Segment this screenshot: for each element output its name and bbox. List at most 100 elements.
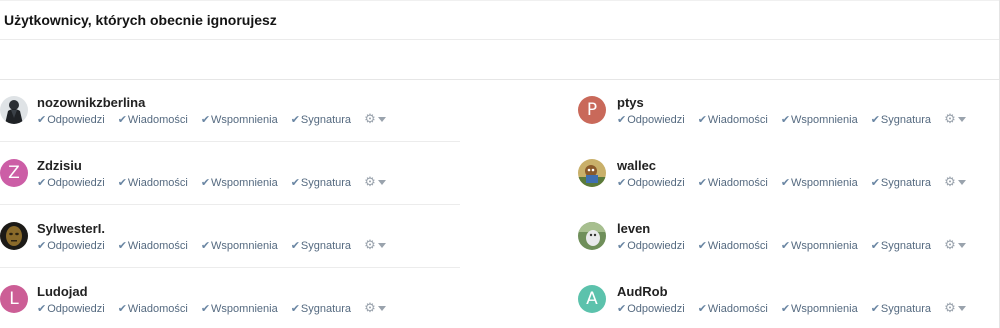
caret-down-icon[interactable]: [957, 306, 966, 311]
ignore-replies-toggle[interactable]: ✔Odpowiedzi: [37, 239, 105, 252]
checkmark-icon: ✔: [117, 303, 127, 315]
username[interactable]: wallec: [617, 158, 656, 173]
ignored-user-card: leven ✔Odpowiedzi ✔Wiadomości ✔Wspomnienia…: [578, 206, 1000, 268]
ignore-replies-toggle[interactable]: ✔Odpowiedzi: [617, 302, 685, 315]
caret-down-icon[interactable]: [377, 180, 386, 185]
ignore-options: ✔Odpowiedzi ✔Wiadomości ✔Wspomnienia ✔Sygna…: [617, 301, 966, 316]
username[interactable]: Zdzisiu: [37, 158, 82, 173]
gear-icon[interactable]: ⚙: [364, 238, 376, 251]
checkmark-icon: ✔: [870, 240, 880, 252]
username[interactable]: SylwesterI.: [37, 221, 105, 236]
gear-icon[interactable]: ⚙: [364, 112, 376, 125]
gear-icon[interactable]: ⚙: [944, 238, 956, 251]
checkmark-icon: ✔: [200, 240, 211, 252]
ignore-signature-toggle[interactable]: ✔Sygnatura: [871, 176, 931, 189]
ignore-signature-toggle[interactable]: ✔Sygnatura: [291, 176, 351, 189]
ignored-users-list: nozownikzberlina ✔Odpowiedzi ✔Wiadomości ✔…: [0, 80, 1000, 328]
ignore-mentions-toggle[interactable]: ✔Wspomnienia: [781, 113, 858, 126]
ignore-mentions-toggle[interactable]: ✔Wspomnienia: [201, 302, 278, 315]
checkmark-icon: ✔: [617, 240, 627, 252]
ignore-options: ✔Odpowiedzi ✔Wiadomości ✔Wspomnienia ✔Sygna…: [617, 112, 966, 127]
ignore-options: ✔Odpowiedzi ✔Wiadomości ✔Wspomnienia ✔Sygna…: [37, 112, 386, 127]
ignored-user-card: nozownikzberlina ✔Odpowiedzi ✔Wiadomości ✔…: [0, 80, 460, 142]
checkmark-icon: ✔: [697, 177, 707, 189]
checkmark-icon: ✔: [37, 303, 47, 315]
username[interactable]: AudRob: [617, 284, 668, 299]
username[interactable]: ptys: [617, 95, 644, 110]
ignore-mentions-toggle[interactable]: ✔Wspomnienia: [201, 113, 278, 126]
ignored-user-card: SylwesterI. ✔Odpowiedzi ✔Wiadomości ✔Wspom…: [0, 206, 460, 268]
ignore-replies-toggle[interactable]: ✔Odpowiedzi: [617, 176, 685, 189]
checkmark-icon: ✔: [290, 240, 300, 252]
ignore-mentions-toggle[interactable]: ✔Wspomnienia: [781, 302, 858, 315]
caret-down-icon[interactable]: [957, 243, 966, 248]
username[interactable]: leven: [617, 221, 650, 236]
gear-icon[interactable]: ⚙: [944, 175, 956, 188]
page-title: Użytkownicy, których obecnie ignorujesz: [4, 12, 277, 28]
ignore-mentions-toggle[interactable]: ✔Wspomnienia: [201, 239, 278, 252]
caret-down-icon[interactable]: [377, 306, 386, 311]
checkmark-icon: ✔: [870, 114, 880, 126]
caret-down-icon[interactable]: [377, 243, 386, 248]
checkmark-icon: ✔: [37, 114, 47, 126]
checkmark-icon: ✔: [617, 177, 627, 189]
ignore-messages-toggle[interactable]: ✔Wiadomości: [698, 302, 768, 315]
ignore-signature-toggle[interactable]: ✔Sygnatura: [291, 113, 351, 126]
checkmark-icon: ✔: [780, 114, 791, 126]
ignore-mentions-toggle[interactable]: ✔Wspomnienia: [201, 176, 278, 189]
ignore-options: ✔Odpowiedzi ✔Wiadomości ✔Wspomnienia ✔Sygna…: [617, 238, 966, 253]
ignore-messages-toggle[interactable]: ✔Wiadomości: [118, 113, 188, 126]
ignore-messages-toggle[interactable]: ✔Wiadomości: [118, 176, 188, 189]
letter-avatar[interactable]: P: [578, 96, 606, 124]
ignore-messages-toggle[interactable]: ✔Wiadomości: [698, 113, 768, 126]
gear-icon[interactable]: ⚙: [944, 112, 956, 125]
checkmark-icon: ✔: [697, 303, 707, 315]
checkmark-icon: ✔: [870, 303, 880, 315]
ignore-messages-toggle[interactable]: ✔Wiadomości: [698, 176, 768, 189]
checkmark-icon: ✔: [617, 114, 627, 126]
ignored-user-card: L Ludojad ✔Odpowiedzi ✔Wiadomości ✔Wspomni…: [0, 269, 460, 328]
gear-icon[interactable]: ⚙: [944, 301, 956, 314]
ignore-replies-toggle[interactable]: ✔Odpowiedzi: [37, 302, 105, 315]
checkmark-icon: ✔: [290, 303, 300, 315]
caret-down-icon[interactable]: [377, 117, 386, 122]
ignore-signature-toggle[interactable]: ✔Sygnatura: [871, 302, 931, 315]
ignore-signature-toggle[interactable]: ✔Sygnatura: [291, 302, 351, 315]
checkmark-icon: ✔: [290, 177, 300, 189]
ignore-mentions-toggle[interactable]: ✔Wspomnienia: [781, 176, 858, 189]
cartoon-avatar-icon[interactable]: [578, 159, 606, 187]
checkmark-icon: ✔: [117, 177, 127, 189]
caret-down-icon[interactable]: [957, 117, 966, 122]
checkmark-icon: ✔: [200, 303, 211, 315]
ignore-signature-toggle[interactable]: ✔Sygnatura: [871, 239, 931, 252]
page-header: Użytkownicy, których obecnie ignorujesz: [0, 0, 999, 40]
ignore-messages-toggle[interactable]: ✔Wiadomości: [118, 239, 188, 252]
gear-icon[interactable]: ⚙: [364, 301, 376, 314]
bronze-mask-avatar-icon[interactable]: [0, 222, 28, 250]
letter-avatar[interactable]: L: [0, 285, 28, 313]
ignore-options: ✔Odpowiedzi ✔Wiadomości ✔Wspomnienia ✔Sygna…: [37, 301, 386, 316]
checkmark-icon: ✔: [290, 114, 300, 126]
ignore-replies-toggle[interactable]: ✔Odpowiedzi: [37, 176, 105, 189]
checkmark-icon: ✔: [697, 114, 707, 126]
username[interactable]: Ludojad: [37, 284, 88, 299]
username[interactable]: nozownikzberlina: [37, 95, 145, 110]
ignore-messages-toggle[interactable]: ✔Wiadomości: [118, 302, 188, 315]
ignore-signature-toggle[interactable]: ✔Sygnatura: [291, 239, 351, 252]
checkmark-icon: ✔: [697, 240, 707, 252]
ignore-replies-toggle[interactable]: ✔Odpowiedzi: [617, 113, 685, 126]
letter-avatar[interactable]: A: [578, 285, 606, 313]
gear-icon[interactable]: ⚙: [364, 175, 376, 188]
ignore-messages-toggle[interactable]: ✔Wiadomości: [698, 239, 768, 252]
letter-avatar[interactable]: Z: [0, 159, 28, 187]
checkmark-icon: ✔: [117, 240, 127, 252]
ignore-mentions-toggle[interactable]: ✔Wspomnienia: [781, 239, 858, 252]
checkmark-icon: ✔: [780, 303, 791, 315]
checkmark-icon: ✔: [617, 303, 627, 315]
ignore-replies-toggle[interactable]: ✔Odpowiedzi: [617, 239, 685, 252]
ignore-replies-toggle[interactable]: ✔Odpowiedzi: [37, 113, 105, 126]
animal-photo-avatar-icon[interactable]: [578, 222, 606, 250]
caret-down-icon[interactable]: [957, 180, 966, 185]
dark-figure-avatar-icon[interactable]: [0, 96, 28, 124]
ignore-signature-toggle[interactable]: ✔Sygnatura: [871, 113, 931, 126]
